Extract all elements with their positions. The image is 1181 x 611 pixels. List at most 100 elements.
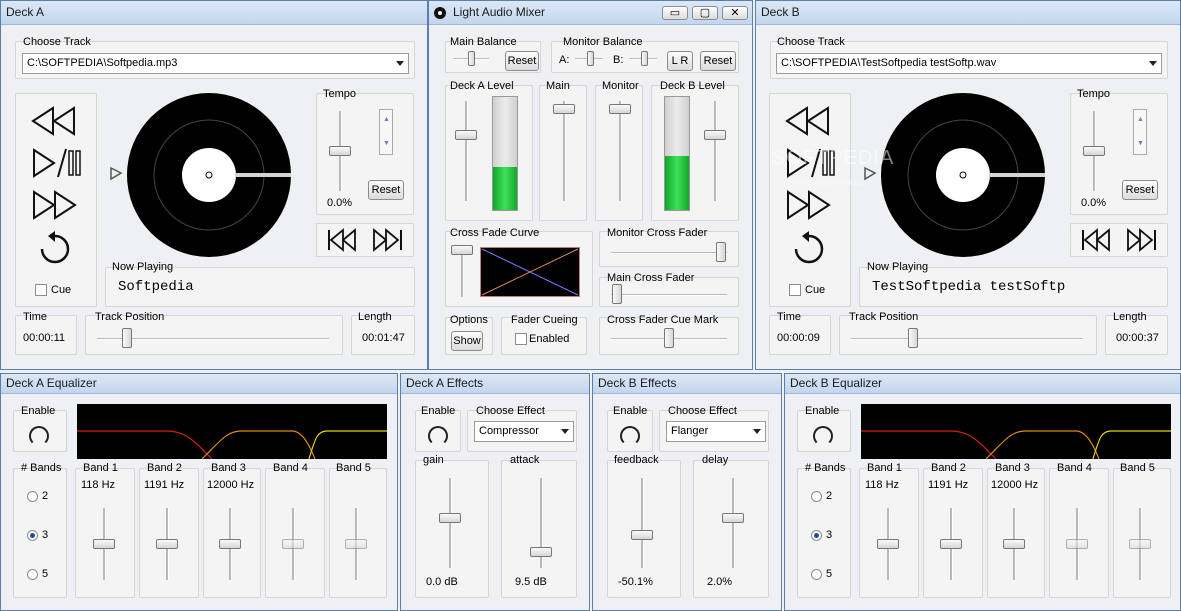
- bands-radio-3-label: 3: [42, 529, 48, 541]
- band-4-slider[interactable]: [1066, 539, 1088, 549]
- tempo-slider[interactable]: [1083, 146, 1105, 156]
- monitor-level-slider[interactable]: [609, 104, 631, 114]
- bands-radio-2[interactable]: [811, 491, 822, 502]
- choose-effect-label: Choose Effect: [668, 405, 737, 417]
- tempo-slider[interactable]: [329, 146, 351, 156]
- bands-radio-3-label: 3: [826, 529, 832, 541]
- track-select[interactable]: C:\SOFTPEDIA\Softpedia.mp3: [22, 53, 409, 74]
- attack-value: 9.5 dB: [515, 576, 547, 588]
- main-cross-fader-label: Main Cross Fader: [607, 272, 694, 284]
- monitor-b-slider[interactable]: [641, 51, 648, 66]
- tempo-spinner[interactable]: ▲▼: [1133, 109, 1147, 155]
- band-1-slider[interactable]: [93, 539, 115, 549]
- fader-cueing-checkbox[interactable]: [515, 333, 527, 345]
- play-pause-icon[interactable]: [31, 147, 81, 179]
- bands-radio-3[interactable]: [27, 530, 38, 541]
- now-playing-text: TestSoftpedia testSoftp: [872, 279, 1065, 295]
- deck-b-level-slider[interactable]: [704, 130, 726, 140]
- chevron-down-icon: [753, 429, 761, 434]
- deck-a-level-meter-fill: [493, 167, 517, 210]
- attack-label: attack: [510, 454, 539, 466]
- tempo-spinner[interactable]: ▲▼: [379, 109, 393, 155]
- bands-radio-5[interactable]: [811, 569, 822, 580]
- rewind-icon[interactable]: [31, 105, 79, 137]
- loop-icon[interactable]: [791, 231, 827, 267]
- band-5-slider[interactable]: [345, 539, 367, 549]
- track-select[interactable]: C:\SOFTPEDIA\TestSoftpedia testSoftp.wav: [776, 53, 1162, 74]
- loop-icon[interactable]: [37, 231, 73, 267]
- track-position-label: Track Position: [849, 311, 918, 323]
- monitor-balance-reset-button[interactable]: Reset: [700, 51, 736, 71]
- bands-radio-5[interactable]: [27, 569, 38, 580]
- previous-track-icon[interactable]: [1079, 227, 1113, 253]
- attack-slider[interactable]: [530, 547, 552, 557]
- maximize-button[interactable]: ▢: [692, 6, 718, 20]
- fx-enable-label: Enable: [421, 405, 455, 417]
- monitor-a-label: A:: [559, 54, 569, 66]
- band-5-slider[interactable]: [1129, 539, 1151, 549]
- deck-a-title: Deck A: [1, 1, 427, 25]
- delay-label: delay: [702, 454, 728, 466]
- power-toggle-icon[interactable]: [29, 426, 49, 446]
- deck-a-level-slider[interactable]: [455, 130, 477, 140]
- monitor-cross-fader-slider[interactable]: [716, 242, 726, 262]
- main-level-slider[interactable]: [553, 104, 575, 114]
- show-button[interactable]: Show: [451, 331, 483, 351]
- band-1-label: Band 1: [867, 462, 902, 474]
- effect-select[interactable]: Compressor: [474, 421, 574, 442]
- band-5-label: Band 5: [1120, 462, 1155, 474]
- band-2-slider[interactable]: [156, 539, 178, 549]
- track-position-slider[interactable]: [908, 328, 918, 348]
- band-3-slider[interactable]: [1003, 539, 1025, 549]
- band-4-label: Band 4: [1057, 462, 1092, 474]
- time-label: Time: [23, 311, 47, 323]
- monitor-level-label: Monitor: [602, 80, 639, 92]
- previous-track-icon[interactable]: [325, 227, 359, 253]
- feedback-label: feedback: [614, 454, 659, 466]
- band-1-slider[interactable]: [877, 539, 899, 549]
- monitor-balance-label: Monitor Balance: [563, 36, 643, 48]
- choose-track-label: Choose Track: [777, 36, 845, 48]
- bands-radio-3[interactable]: [811, 530, 822, 541]
- deck-a-level-meter: [492, 96, 518, 211]
- monitor-cross-fader-track: [611, 252, 727, 254]
- gain-slider[interactable]: [439, 513, 461, 523]
- minimize-button[interactable]: ▭: [662, 6, 688, 20]
- track-path: C:\SOFTPEDIA\Softpedia.mp3: [27, 57, 177, 69]
- main-balance-reset-button[interactable]: Reset: [505, 51, 539, 71]
- deck-b-title: Deck B: [756, 1, 1180, 25]
- power-toggle-icon[interactable]: [813, 426, 833, 446]
- fast-forward-icon[interactable]: [785, 189, 833, 221]
- close-button[interactable]: ✕: [722, 6, 748, 20]
- power-toggle-icon[interactable]: [428, 426, 448, 446]
- lr-button[interactable]: L R: [667, 51, 693, 71]
- cue-checkbox[interactable]: [789, 284, 801, 296]
- band-4-slider[interactable]: [282, 539, 304, 549]
- band-2-freq: 1191 Hz: [928, 479, 968, 491]
- next-track-icon[interactable]: [371, 227, 405, 253]
- tempo-reset-button[interactable]: Reset: [368, 180, 404, 200]
- bands-radio-2[interactable]: [27, 491, 38, 502]
- main-balance-slider[interactable]: [468, 51, 475, 66]
- cue-mark-slider[interactable]: [664, 328, 674, 348]
- rewind-icon[interactable]: [785, 105, 833, 137]
- turntable-icon[interactable]: [859, 91, 1049, 261]
- cue-checkbox[interactable]: [35, 284, 47, 296]
- track-position-slider[interactable]: [122, 328, 132, 348]
- tempo-reset-button[interactable]: Reset: [1122, 180, 1158, 200]
- power-toggle-icon[interactable]: [620, 426, 640, 446]
- delay-slider[interactable]: [722, 513, 744, 523]
- monitor-a-slider[interactable]: [587, 51, 594, 66]
- turntable-icon[interactable]: [105, 91, 295, 261]
- time-label: Time: [777, 311, 801, 323]
- softpedia-watermark: SOFTPEDIA: [772, 147, 894, 170]
- effect-select[interactable]: Flanger: [666, 421, 766, 442]
- fast-forward-icon[interactable]: [31, 189, 79, 221]
- feedback-slider[interactable]: [631, 530, 653, 540]
- main-cross-fader-slider[interactable]: [612, 284, 622, 304]
- now-playing-text: Softpedia: [118, 279, 194, 295]
- band-3-slider[interactable]: [219, 539, 241, 549]
- band-2-slider[interactable]: [940, 539, 962, 549]
- cross-fade-curve-slider[interactable]: [451, 245, 473, 255]
- next-track-icon[interactable]: [1125, 227, 1159, 253]
